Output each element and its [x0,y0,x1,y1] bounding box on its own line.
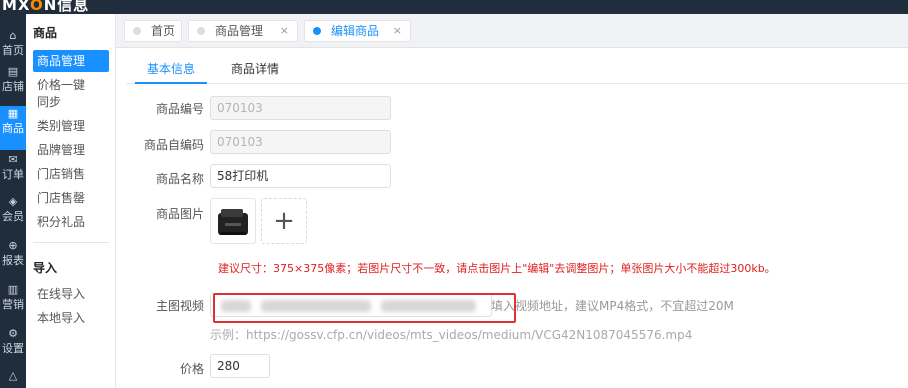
more-icon: △ [8,369,18,382]
submenu-item-store-sales[interactable]: 门店销售 [33,164,109,184]
rail-item-report[interactable]: ⊕ 报表 [0,238,26,284]
tab-dot-icon [197,27,205,35]
self-code-field: 070103 [210,130,391,154]
submenu-item-points-gift[interactable]: 积分礼品 [33,212,109,232]
store-icon: ▤ [7,65,19,78]
submenu-divider [33,242,109,243]
video-label: 主图视频 [155,299,204,313]
video-example: 示例：https://gossv.cfp.cn/videos/mts_video… [210,328,693,342]
rail-item-settings[interactable]: ⚙ 设置 [0,326,26,372]
rail-item-store[interactable]: ▤ 店铺 [0,64,26,110]
settings-icon: ⚙ [8,327,18,340]
tab-edit-goods[interactable]: 编辑商品 × [304,20,411,42]
submenu-item-online-import[interactable]: 在线导入 [33,284,109,304]
price-label: 价格 [179,362,204,376]
subtab-basic-info[interactable]: 基本信息 [147,60,195,77]
code-label: 商品编号 [155,102,204,116]
rail-item-order[interactable]: ✉ 订单 [0,152,26,198]
rail-item-marketing[interactable]: ▥ 营销 [0,282,26,328]
close-icon[interactable]: × [393,21,402,41]
brand-logo: MXON信息 [2,0,90,14]
submenu-group-goods: 商品 [33,26,58,40]
tab-goods-manage[interactable]: 商品管理 × [188,20,298,42]
subtab-goods-detail[interactable]: 商品详情 [231,60,279,77]
sub-menu: 商品 商品管理 价格一键 同步 类别管理 品牌管理 门店销售 门店售罄 积分礼品… [26,14,116,388]
printer-image-icon [218,209,248,235]
name-field[interactable]: 58打印机 [210,164,391,188]
price-field[interactable]: 280 [210,354,270,378]
tab-home[interactable]: 首页 [124,20,182,42]
order-icon: ✉ [8,153,18,166]
main-nav-rail: ⌂ 首页 ▤ 店铺 ▦ 商品 ✉ 订单 ◈ 会员 ⊕ 报表 ▥ 营销 ⚙ 设置 … [0,14,26,388]
report-icon: ⊕ [8,239,18,252]
rail-item-goods[interactable]: ▦ 商品 [0,106,26,150]
submenu-item-price-sync-cont[interactable]: 同步 [33,92,109,112]
submenu-item-brand[interactable]: 品牌管理 [33,140,109,160]
member-icon: ◈ [8,195,18,208]
highlight-frame [213,293,516,323]
tab-dot-icon [133,27,141,35]
marketing-icon: ▥ [7,283,19,296]
form-subtabs: 基本信息 商品详情 [126,56,908,84]
image-label: 商品图片 [155,207,204,221]
goods-icon: ▦ [7,107,19,120]
code-field: 070103 [210,96,391,120]
edit-goods-panel: 基本信息 商品详情 商品编号 070103 商品自编码 070103 商品名称 … [116,48,908,388]
subtab-ink-bar [135,82,207,84]
rail-item-member[interactable]: ◈ 会员 [0,194,26,240]
video-hint: 填入视频地址，建议MP4格式，不宜超过20M [491,299,734,313]
image-size-hint: 建议尺寸：375×375像素；若图片尺寸不一致，请点击图片上"编辑"去调整图片；… [218,262,776,275]
page-tabs: 首页 商品管理 × 编辑商品 × [116,14,908,48]
top-bar: MXON信息 [0,0,908,14]
home-icon: ⌂ [9,29,17,42]
submenu-item-sold-out[interactable]: 门店售罄 [33,188,109,208]
submenu-group-import: 导入 [33,261,58,275]
product-image-thumb[interactable] [210,198,256,244]
upload-image-button[interactable]: + [261,198,307,244]
self-code-label: 商品自编码 [143,138,204,152]
name-label: 商品名称 [155,172,204,186]
submenu-item-category[interactable]: 类别管理 [33,116,109,136]
tab-dot-icon [313,27,321,35]
submenu-item-local-import[interactable]: 本地导入 [33,308,109,328]
rail-item-more[interactable]: △ [0,368,26,388]
submenu-item-goods-manage[interactable]: 商品管理 [33,50,109,72]
close-icon[interactable]: × [280,21,289,41]
